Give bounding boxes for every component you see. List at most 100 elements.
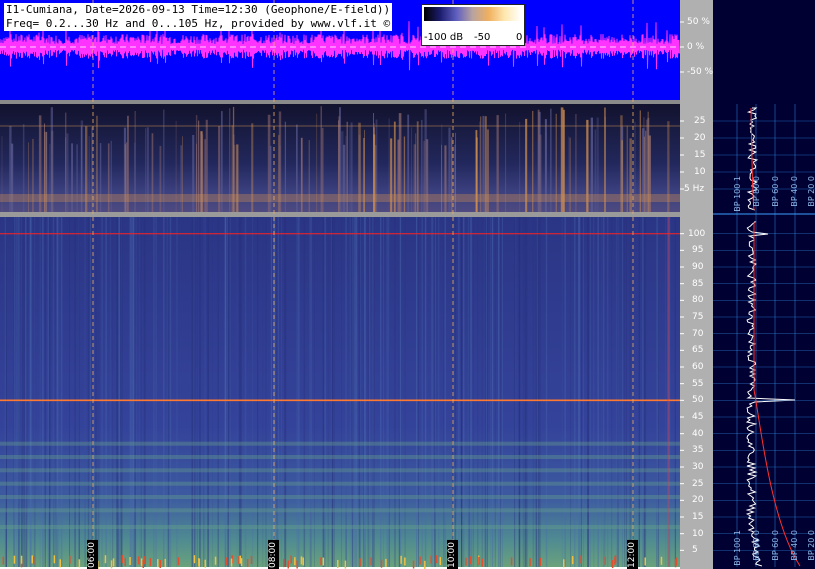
high-freq-noise-column <box>477 217 479 567</box>
low-edge-impulse <box>177 557 180 566</box>
resonance-band <box>0 468 680 473</box>
low-edge-impulse <box>144 556 146 565</box>
high-freq-noise-column <box>332 217 334 567</box>
high-freq-noise-column <box>524 217 527 567</box>
high-freq-noise-column <box>74 217 76 567</box>
high-freq-noise-column <box>204 217 206 567</box>
high-freq-noise-column <box>355 217 358 567</box>
high-freq-noise-column <box>105 217 107 567</box>
high-freq-noise-column <box>112 217 114 567</box>
high-freq-noise-column <box>155 217 157 567</box>
high-freq-noise-column <box>665 217 667 567</box>
high-freq-axis-label: 15 <box>692 512 704 522</box>
panel-separator-mid <box>0 212 680 217</box>
waveform-axis-label: -50 % <box>687 67 714 77</box>
high-freq-noise-column <box>29 217 32 567</box>
high-freq-noise-column <box>360 217 361 567</box>
high-freq-axis-label: 60 <box>692 362 704 372</box>
high-freq-noise-column <box>191 217 194 567</box>
high-freq-noise-column <box>303 217 306 567</box>
high-freq-noise-column <box>431 217 432 567</box>
high-freq-noise-column <box>140 217 142 567</box>
high-freq-noise-column <box>583 217 584 567</box>
low-edge-impulse <box>124 558 126 567</box>
high-freq-noise-column <box>629 217 632 567</box>
low-freq-band <box>0 194 680 202</box>
high-freq-noise-column <box>514 217 516 567</box>
low-edge-impulse <box>469 556 472 565</box>
high-freq-noise-column <box>386 217 389 567</box>
high-freq-noise-column <box>611 217 613 567</box>
high-freq-noise-column <box>626 217 627 567</box>
low-edge-impulse <box>539 557 541 566</box>
low-edge-impulse <box>302 557 304 566</box>
high-freq-noise-column <box>399 217 402 567</box>
high-freq-noise-column <box>44 217 46 567</box>
low-edge-impulse <box>149 558 152 567</box>
high-freq-noise-column <box>116 217 118 567</box>
high-freq-axis-label: 75 <box>692 312 704 322</box>
resonance-band <box>0 508 680 513</box>
low-edge-impulse <box>121 555 123 564</box>
high-freq-noise-column <box>589 217 591 567</box>
low-edge-impulse <box>300 556 303 565</box>
low-edge-impulse <box>435 555 438 564</box>
high-freq-noise-column <box>645 217 647 567</box>
high-freq-noise-column <box>545 217 548 567</box>
high-freq-noise-column <box>603 217 605 567</box>
spectrum-low-scale-label: BP 60 0 <box>771 176 780 207</box>
spectrum-high-scale-label: BP 60 0 <box>771 530 780 561</box>
low-edge-impulse <box>140 558 143 567</box>
low-edge-impulse <box>604 556 606 565</box>
high-freq-noise-column <box>499 217 501 567</box>
high-freq-noise-column <box>217 217 219 567</box>
high-freq-noise-column <box>540 217 541 567</box>
low-edge-impulse <box>110 560 113 569</box>
high-freq-noise-column <box>47 217 50 567</box>
high-freq-noise-column <box>53 217 55 567</box>
high-freq-noise-column <box>462 217 465 567</box>
high-freq-noise-column <box>166 217 168 567</box>
high-freq-noise-column <box>372 217 374 567</box>
high-freq-noise-column <box>22 217 24 567</box>
high-freq-noise-column <box>481 217 483 567</box>
high-freq-noise-column <box>227 217 229 567</box>
high-freq-noise-column <box>638 217 640 567</box>
high-freq-noise-column <box>404 217 406 567</box>
low-edge-impulse <box>238 556 240 564</box>
high-freq-noise-column <box>354 217 356 567</box>
high-freq-noise-column <box>421 217 423 567</box>
low-edge-impulse <box>204 559 206 568</box>
high-freq-noise-column <box>39 217 41 567</box>
high-freq-noise-column <box>34 217 36 567</box>
high-freq-noise-column <box>194 217 196 567</box>
high-freq-axis-label: 85 <box>692 278 704 289</box>
low-edge-impulse <box>412 560 415 569</box>
low-edge-impulse <box>380 559 383 568</box>
low-edge-impulse <box>660 556 663 565</box>
high-freq-noise-column <box>139 217 141 567</box>
high-freq-noise-column <box>310 217 312 567</box>
high-freq-noise-column <box>564 217 566 567</box>
high-freq-axis-label: 30 <box>692 462 704 472</box>
high-freq-noise-column <box>225 217 227 567</box>
low-edge-impulse <box>563 559 565 568</box>
low-edge-impulse <box>112 558 115 567</box>
high-freq-noise-column <box>168 217 170 567</box>
high-freq-noise-column <box>262 217 264 567</box>
high-freq-noise-column <box>120 217 122 567</box>
high-freq-noise-column <box>674 217 676 567</box>
low-freq-burst <box>444 145 447 212</box>
high-freq-noise-column <box>519 217 521 567</box>
resonance-band <box>0 495 680 499</box>
high-freq-noise-column <box>18 217 20 567</box>
low-edge-impulse <box>290 555 292 564</box>
low-edge-impulse <box>294 557 296 566</box>
high-freq-noise-column <box>236 217 238 567</box>
low-edge-impulse <box>675 557 678 566</box>
high-freq-noise-column <box>238 217 241 567</box>
high-freq-noise-column <box>199 217 201 567</box>
high-freq-axis-label: 5 <box>692 545 698 556</box>
high-freq-noise-column <box>434 217 436 567</box>
high-freq-noise-column <box>363 217 365 567</box>
